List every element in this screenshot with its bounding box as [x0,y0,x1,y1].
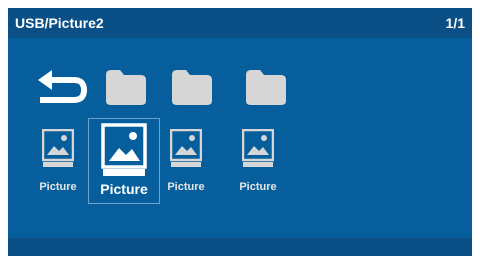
image-icon [101,123,147,176]
header-bar: USB/Picture2 1/1 [8,8,472,38]
image-icon [42,129,74,167]
back-arrow-icon[interactable] [34,68,94,113]
picture-item[interactable]: Picture [234,129,282,193]
folder-icon[interactable] [104,67,148,107]
picture-item-selected[interactable]: Picture [88,118,160,204]
current-path: USB/Picture2 [15,15,104,31]
page-indicator: 1/1 [445,15,465,31]
picture-item[interactable]: Picture [34,129,82,193]
footer-bar [8,238,472,256]
folder-icon[interactable] [244,67,288,107]
picture-label: Picture [239,181,277,193]
media-browser-screen: USB/Picture2 1/1 Picture Picture Picture… [8,8,472,256]
picture-item[interactable]: Picture [162,129,210,193]
image-icon [170,129,202,167]
picture-label: Picture [167,181,205,193]
folder-icon[interactable] [170,67,214,107]
image-icon [242,129,274,167]
